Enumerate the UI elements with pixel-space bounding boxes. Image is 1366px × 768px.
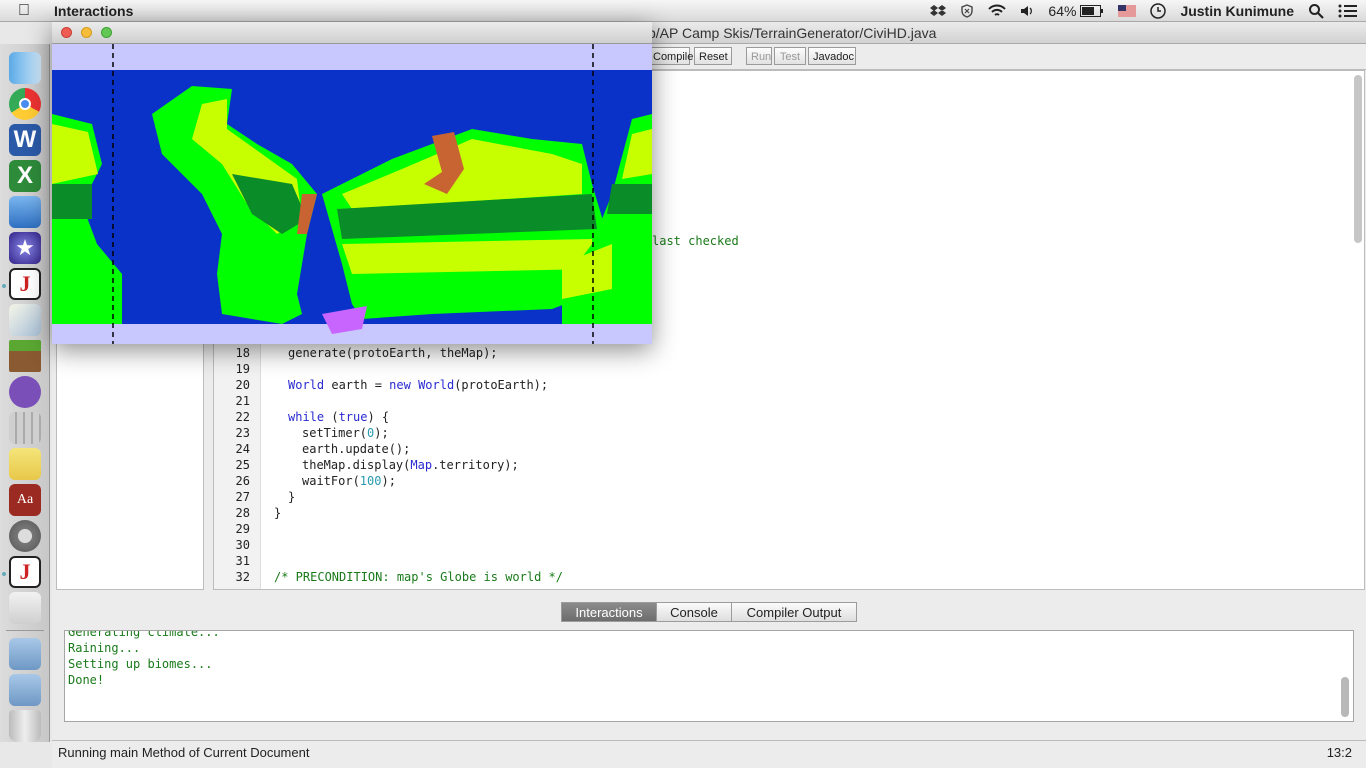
- interactions-pane[interactable]: Generating climate... Raining... Setting…: [64, 630, 1354, 722]
- code-line: World earth = new World(protoEarth);: [288, 378, 549, 392]
- line-number: 20: [235, 378, 250, 392]
- dropbox-icon[interactable]: [930, 4, 947, 18]
- volume-icon[interactable]: [1020, 4, 1034, 18]
- console-line: Generating climate...: [68, 630, 220, 639]
- terrain-map[interactable]: [52, 44, 652, 344]
- system-preferences-icon[interactable]: [9, 520, 41, 552]
- downloads-folder-icon[interactable]: [9, 674, 41, 706]
- status-bar: Running main Method of Current Document …: [52, 740, 1366, 765]
- compile-button[interactable]: Compile: [648, 47, 693, 65]
- code-line: setTimer(0);: [302, 426, 389, 440]
- stickies-icon[interactable]: [9, 448, 41, 480]
- wifi-icon[interactable]: [988, 4, 1007, 18]
- code-line: }: [274, 506, 282, 520]
- github-icon[interactable]: [9, 376, 41, 408]
- code-line: while (true) {: [288, 410, 390, 424]
- chrome-icon[interactable]: [9, 88, 41, 120]
- code-line: }: [288, 490, 296, 504]
- close-button[interactable]: [61, 27, 72, 38]
- line-number: 21: [235, 394, 250, 408]
- running-indicator: [2, 572, 6, 576]
- console-line: Done!: [68, 673, 105, 687]
- line-number: 27: [235, 490, 250, 504]
- run-button[interactable]: Run: [746, 47, 772, 65]
- word-icon[interactable]: W: [9, 124, 41, 156]
- javadoc-button[interactable]: Javadoc: [808, 47, 856, 65]
- applications-folder-icon[interactable]: [9, 638, 41, 670]
- drjava-icon[interactable]: J: [9, 268, 41, 300]
- code-line: earth.update();: [302, 442, 411, 456]
- code-comment-fragment: last checked: [652, 234, 739, 248]
- trash-icon[interactable]: [9, 710, 41, 742]
- line-number: 26: [235, 474, 250, 488]
- excel-icon[interactable]: X: [9, 160, 41, 192]
- editor-scrollbar[interactable]: [1354, 75, 1362, 243]
- map-window-title-bar[interactable]: [52, 22, 652, 44]
- line-number: 30: [235, 538, 250, 552]
- bottom-tab-bar: Interactions Console Compiler Output: [52, 602, 1366, 624]
- zoom-button[interactable]: [101, 27, 112, 38]
- imovie-icon[interactable]: ★: [9, 232, 41, 264]
- line-number: 32: [235, 570, 250, 584]
- tab-compiler-output[interactable]: Compiler Output: [731, 602, 857, 622]
- console-line: Setting up biomes...: [68, 657, 213, 671]
- calculator-icon[interactable]: [9, 412, 41, 444]
- status-menus: 64% Justin Kunimune: [930, 0, 1366, 22]
- minimize-button[interactable]: [81, 27, 92, 38]
- tab-interactions[interactable]: Interactions: [561, 602, 657, 622]
- test-button[interactable]: Test: [774, 47, 806, 65]
- menu-bar:  Interactions 64% Justin Kunimune: [0, 0, 1366, 22]
- dock: W X ★ J Aa J: [0, 44, 50, 742]
- grapher-icon[interactable]: [9, 304, 41, 336]
- status-message: Running main Method of Current Document: [58, 745, 310, 760]
- code-line: theMap.display(Map.territory);: [302, 458, 519, 472]
- line-number: 22: [235, 410, 250, 424]
- code-comment-line: /* PRECONDITION: map's Globe is world */: [274, 570, 563, 584]
- user-menu[interactable]: Justin Kunimune: [1180, 3, 1294, 19]
- line-number: 18: [235, 346, 250, 360]
- apple-menu-icon[interactable]: : [18, 2, 30, 20]
- minecraft-icon[interactable]: [9, 340, 41, 372]
- app-menu[interactable]: Interactions: [54, 3, 133, 19]
- tab-console[interactable]: Console: [656, 602, 732, 622]
- dictionary-icon[interactable]: Aa: [9, 484, 41, 516]
- line-number: 29: [235, 522, 250, 536]
- map-window[interactable]: [52, 22, 652, 344]
- search-icon[interactable]: [1308, 3, 1324, 19]
- finder-icon[interactable]: [9, 52, 41, 84]
- battery-icon[interactable]: [1080, 5, 1104, 17]
- cursor-position: 13:2: [1326, 745, 1352, 760]
- shield-icon[interactable]: [960, 4, 974, 18]
- console-scrollbar[interactable]: [1341, 677, 1349, 717]
- dock-separator: [6, 630, 44, 631]
- reset-button[interactable]: Reset: [694, 47, 732, 65]
- keynote-icon[interactable]: [9, 196, 41, 228]
- java-coffee-icon[interactable]: [9, 592, 41, 624]
- console-line: Raining...: [68, 641, 141, 655]
- line-number: 31: [235, 554, 250, 568]
- battery-label: 64%: [1048, 3, 1077, 19]
- line-number: 25: [235, 458, 250, 472]
- notification-list-icon[interactable]: [1338, 3, 1358, 19]
- line-number: 23: [235, 426, 250, 440]
- code-line: waitFor(100);: [302, 474, 396, 488]
- flag-icon[interactable]: [1118, 5, 1137, 17]
- window-title: p/AP Camp Skis/TerrainGenerator/CiviHD.j…: [648, 25, 937, 41]
- code-line: generate(protoEarth, theMap);: [288, 346, 498, 360]
- drjava-2-icon[interactable]: J: [9, 556, 41, 588]
- line-number: 19: [235, 362, 250, 376]
- line-number: 28: [235, 506, 250, 520]
- line-number: 24: [235, 442, 250, 456]
- running-indicator: [2, 284, 6, 288]
- clock-icon[interactable]: [1150, 3, 1167, 19]
